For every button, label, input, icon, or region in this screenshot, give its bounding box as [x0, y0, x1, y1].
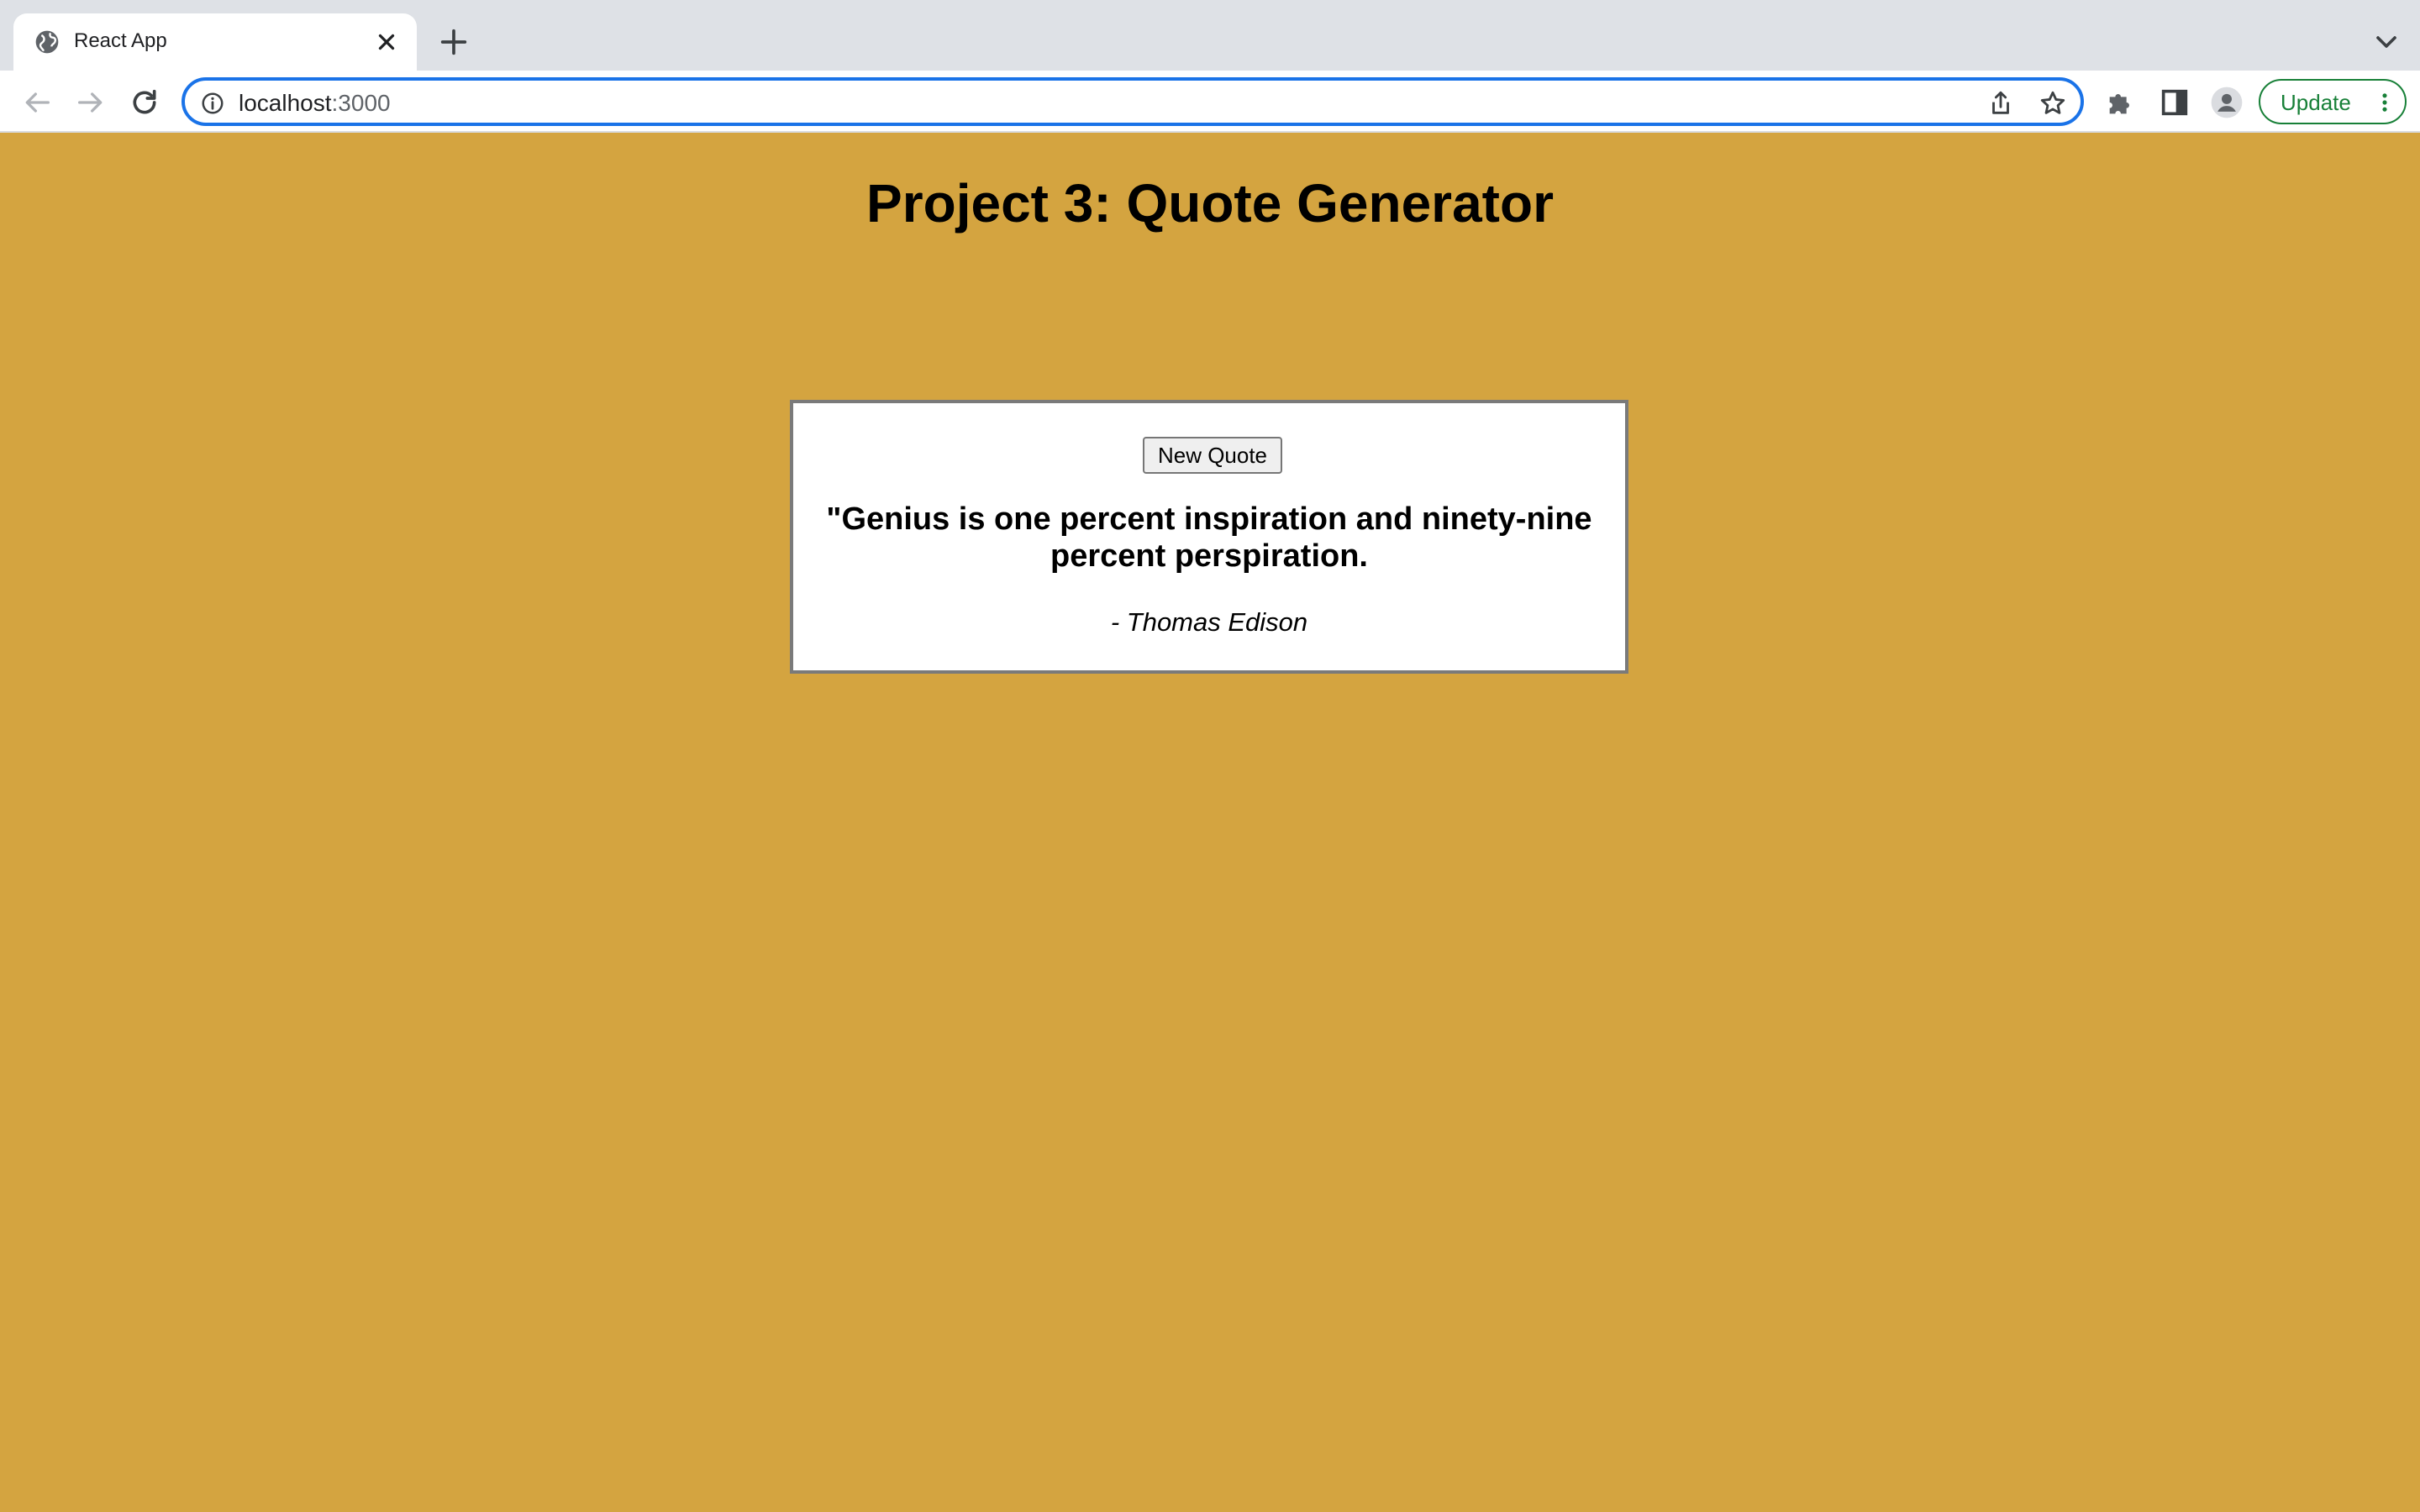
quote-author: - Thomas Edison	[1110, 607, 1308, 637]
globe-icon	[35, 30, 59, 54]
page-viewport: Project 3: Quote Generator New Quote "Ge…	[0, 133, 2420, 1512]
profile-icon[interactable]	[2210, 86, 2244, 119]
browser-toolbar: localhost:3000 Update	[0, 71, 2420, 133]
info-icon[interactable]	[200, 91, 225, 116]
quote-text: "Genius is one percent inspiration and n…	[826, 501, 1592, 574]
kebab-menu-icon[interactable]	[2373, 91, 2396, 114]
share-icon[interactable]	[1986, 89, 2015, 118]
star-icon[interactable]	[2039, 89, 2067, 118]
new-quote-button[interactable]: New Quote	[1143, 437, 1282, 474]
update-label: Update	[2281, 90, 2351, 115]
url-host: localhost	[239, 90, 332, 116]
page-title: Project 3: Quote Generator	[866, 173, 1554, 234]
arrow-right-icon[interactable]	[74, 86, 108, 119]
chevron-down-icon[interactable]	[2370, 25, 2403, 59]
browser-tab[interactable]: React App	[13, 13, 417, 71]
reload-icon[interactable]	[128, 86, 161, 119]
tab-strip: React App	[0, 0, 2420, 71]
quote-card: New Quote "Genius is one percent inspira…	[790, 400, 1628, 674]
arrow-left-icon[interactable]	[20, 86, 54, 119]
puzzle-icon[interactable]	[2104, 86, 2138, 119]
close-icon[interactable]	[371, 27, 402, 57]
update-button[interactable]: Update	[2259, 79, 2407, 124]
tab-title: React App	[74, 29, 167, 52]
plus-icon[interactable]	[437, 25, 471, 59]
side-panel-icon[interactable]	[2158, 86, 2191, 119]
address-bar[interactable]: localhost:3000	[182, 77, 2084, 126]
url-port: :3000	[331, 90, 391, 116]
url-text[interactable]: localhost:3000	[239, 90, 391, 117]
